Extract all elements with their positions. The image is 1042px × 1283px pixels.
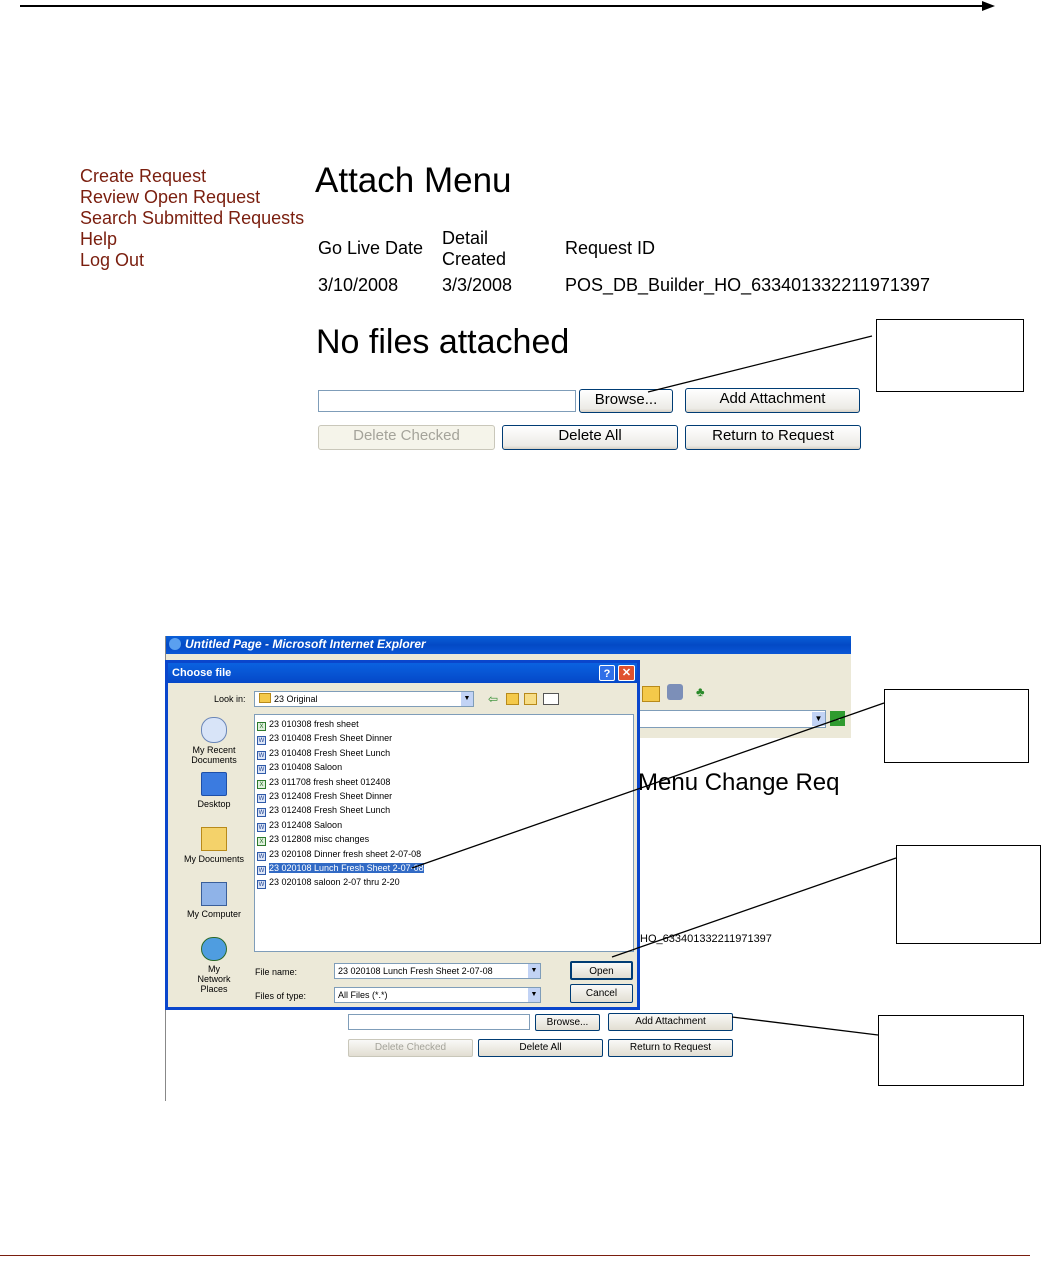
callout-lines (411, 335, 897, 1036)
callout-line-open (611, 857, 897, 958)
footer-rule (0, 1255, 1030, 1256)
callout-line-file-select (411, 702, 885, 869)
callout-line-browse (647, 335, 873, 393)
callout-line-add-attachment (731, 1016, 879, 1036)
